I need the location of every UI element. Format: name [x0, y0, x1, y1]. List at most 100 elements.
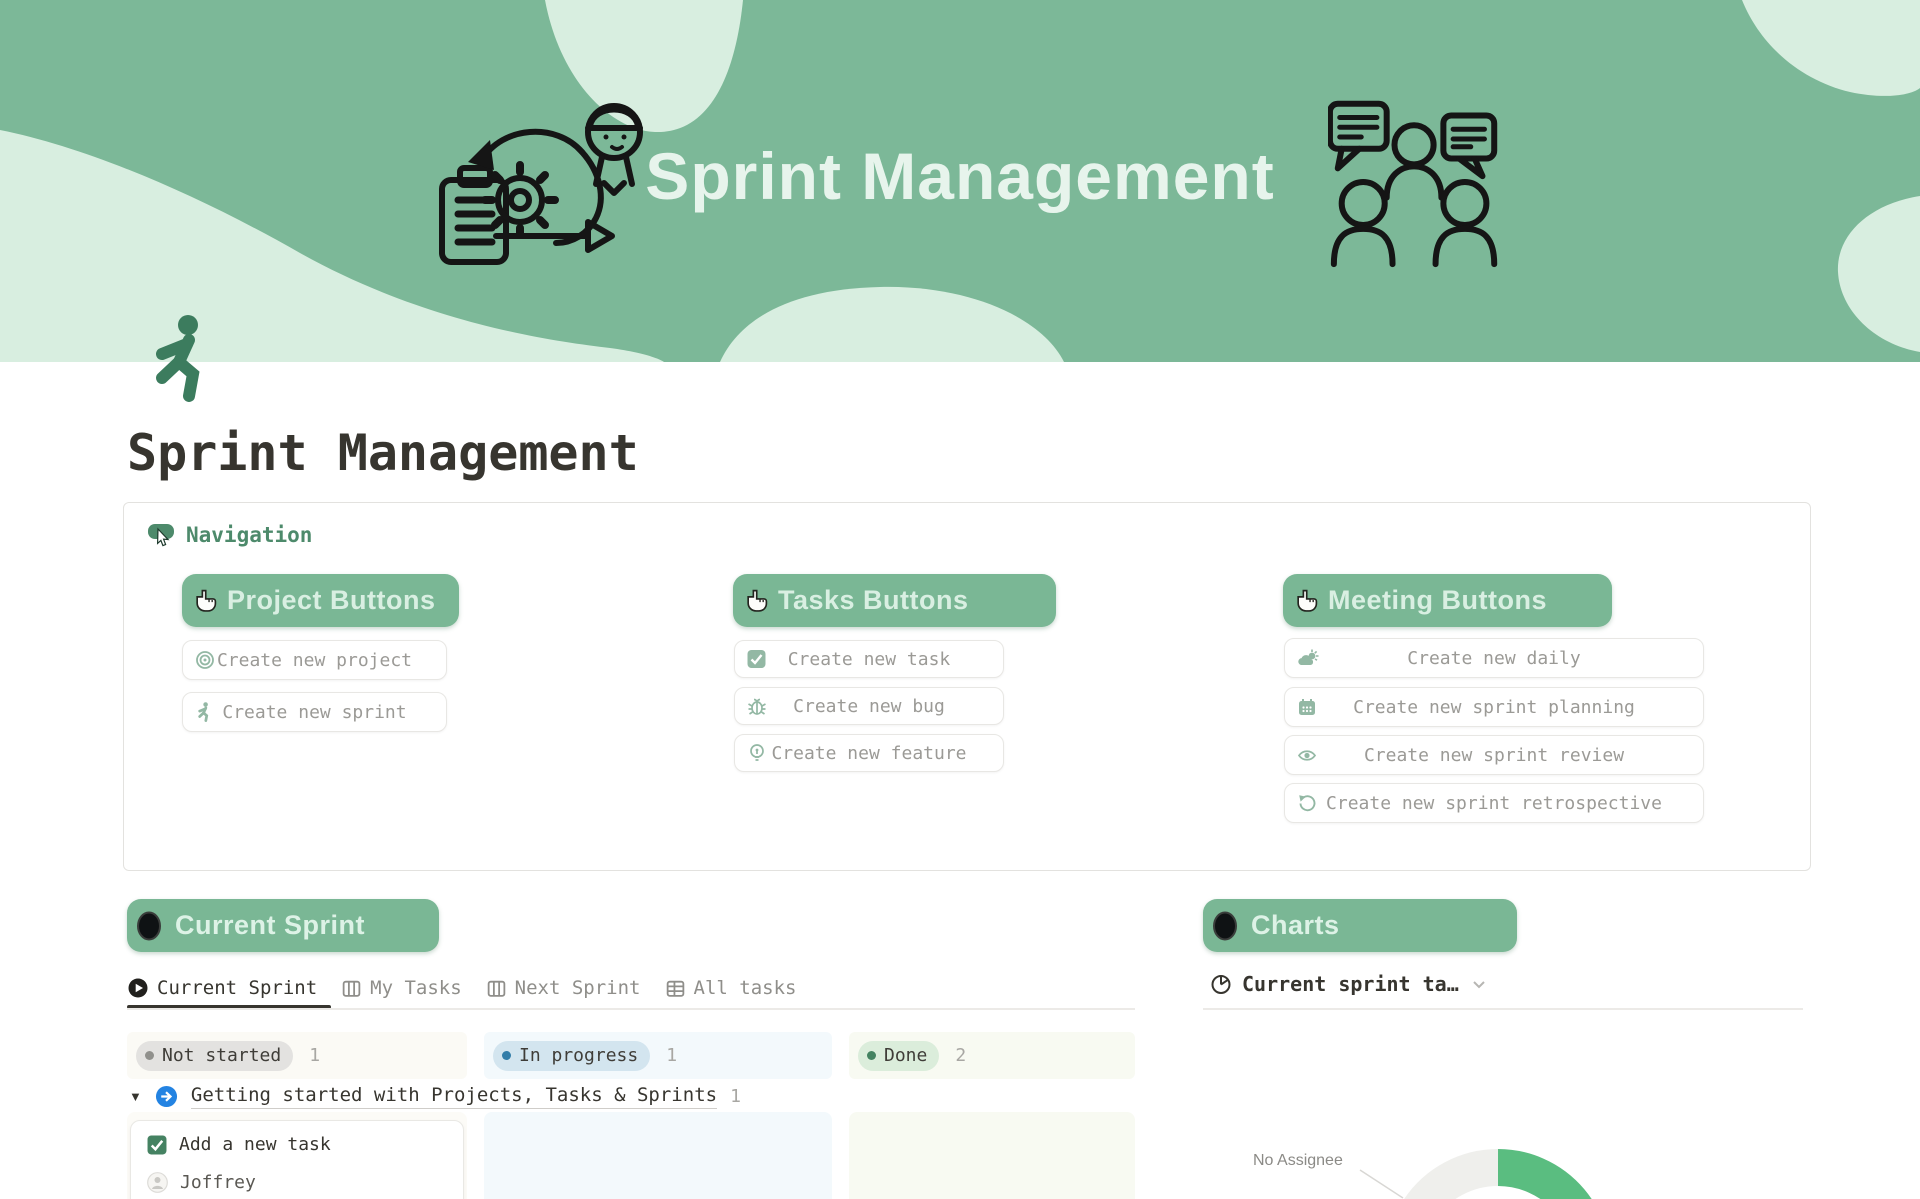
board-group-row[interactable]: ▼ Getting started with Projects, Tasks &…	[129, 1084, 741, 1109]
hand-cursor-icon	[744, 588, 769, 613]
cursor-click-icon	[148, 522, 175, 548]
tab-next-sprint[interactable]: Next Sprint	[486, 977, 641, 999]
tab-label: Current Sprint	[157, 977, 317, 999]
create-new-sprint-button[interactable]: Create new sprint	[182, 692, 447, 732]
create-new-bug-button[interactable]: Create new bug	[734, 687, 1004, 725]
button-label: Create new feature	[771, 743, 966, 764]
pie-chart-icon	[1210, 973, 1232, 995]
create-new-daily-button[interactable]: Create new daily	[1284, 638, 1704, 678]
create-new-task-button[interactable]: Create new task	[734, 640, 1004, 678]
tab-label: All tasks	[694, 977, 797, 999]
board-column-header-in-progress[interactable]: In progress 1	[484, 1032, 832, 1079]
table-icon	[665, 978, 686, 999]
chart-view-tab-label: Current sprint ta…	[1242, 972, 1459, 996]
tasks-buttons-header[interactable]: Tasks Buttons	[733, 574, 1056, 627]
navigation-header: Navigation	[148, 522, 312, 548]
button-label: Create new task	[788, 649, 951, 670]
status-pill-not-started: Not started	[136, 1041, 293, 1071]
board-column-header-done[interactable]: Done 2	[849, 1032, 1135, 1079]
button-label: Create new daily	[1407, 648, 1580, 669]
group-title[interactable]: Getting started with Projects, Tasks & S…	[191, 1084, 717, 1109]
page-icon-runner[interactable]	[148, 314, 214, 402]
chevron-down-icon	[1469, 974, 1489, 994]
tab-my-tasks[interactable]: My Tasks	[341, 977, 462, 999]
navigation-label: Navigation	[186, 523, 312, 547]
status-dot	[502, 1051, 511, 1060]
task-card-title: Add a new task	[179, 1134, 331, 1155]
target-icon	[195, 650, 215, 670]
black-oval-icon	[136, 910, 163, 942]
tabs-divider	[127, 1008, 1135, 1010]
assignee-name: Joffrey	[180, 1172, 256, 1193]
task-card[interactable]: Add a new task Joffrey	[130, 1120, 464, 1199]
column-count: 1	[309, 1045, 320, 1066]
bug-icon	[747, 696, 767, 716]
status-dot	[145, 1051, 154, 1060]
tab-all-tasks[interactable]: All tasks	[665, 977, 797, 999]
create-new-sprint-planning-button[interactable]: Create new sprint planning	[1284, 687, 1704, 727]
triangle-down-icon[interactable]: ▼	[129, 1089, 142, 1104]
chart-view-tab[interactable]: Current sprint ta…	[1210, 972, 1489, 996]
status-dot	[867, 1051, 876, 1060]
create-new-sprint-retrospective-button[interactable]: Create new sprint retrospective	[1284, 783, 1704, 823]
status-pill-done: Done	[858, 1041, 939, 1071]
status-label: Done	[884, 1045, 927, 1066]
tab-label: Next Sprint	[515, 977, 641, 999]
assignee-donut-chart[interactable]	[1203, 1010, 1920, 1199]
hand-cursor-icon	[193, 588, 218, 613]
column-count: 2	[955, 1045, 966, 1066]
hand-cursor-icon	[1294, 588, 1319, 613]
blue-arrow-circle-icon	[155, 1085, 178, 1108]
create-new-feature-button[interactable]: Create new feature	[734, 734, 1004, 772]
button-label: Create new sprint	[222, 702, 406, 723]
button-label: Create new sprint review	[1364, 745, 1624, 766]
checkbox-checked-icon[interactable]	[147, 1135, 167, 1155]
annotation-leader-line	[1360, 1170, 1403, 1198]
create-new-sprint-review-button[interactable]: Create new sprint review	[1284, 735, 1704, 775]
runner-icon	[195, 702, 213, 722]
sprint-management-page: Sprint Management	[0, 0, 1920, 1199]
avatar-icon	[147, 1172, 168, 1193]
black-oval-icon	[1212, 910, 1239, 942]
status-pill-in-progress: In progress	[493, 1041, 650, 1071]
board-icon	[486, 978, 507, 999]
page-cover-banner[interactable]: Sprint Management	[0, 0, 1920, 362]
current-sprint-section-header[interactable]: Current Sprint	[127, 899, 439, 952]
sun-cloud-icon	[1297, 648, 1319, 668]
calendar-icon	[1297, 697, 1317, 717]
charts-section-header[interactable]: Charts	[1203, 899, 1517, 952]
undo-arrow-icon	[1297, 793, 1317, 813]
page-title: Sprint Management	[127, 424, 639, 482]
group-pill-label: Tasks Buttons	[778, 585, 969, 616]
group-pill-label: Meeting Buttons	[1328, 585, 1547, 616]
meeting-buttons-header[interactable]: Meeting Buttons	[1283, 574, 1612, 627]
board-column-in-progress	[484, 1112, 832, 1199]
checkbox-icon	[747, 650, 766, 669]
tab-current-sprint[interactable]: Current Sprint	[127, 977, 317, 999]
eye-icon	[1297, 745, 1317, 765]
tab-label: My Tasks	[370, 977, 462, 999]
section-pill-label: Current Sprint	[175, 910, 365, 941]
group-pill-label: Project Buttons	[227, 585, 436, 616]
view-tabs: Current Sprint My Tasks Next Sprint All …	[127, 970, 796, 1006]
play-circle-icon	[127, 977, 149, 999]
button-label: Create new project	[217, 650, 412, 671]
banner-title: Sprint Management	[0, 138, 1920, 214]
status-label: In progress	[519, 1045, 638, 1066]
column-count: 1	[666, 1045, 677, 1066]
create-new-project-button[interactable]: Create new project	[182, 640, 447, 680]
lightbulb-icon	[747, 743, 767, 763]
project-buttons-header[interactable]: Project Buttons	[182, 574, 459, 627]
button-label: Create new bug	[793, 696, 945, 717]
section-pill-label: Charts	[1251, 910, 1340, 941]
board-icon	[341, 978, 362, 999]
board-column-done	[849, 1112, 1135, 1199]
board-column-header-not-started[interactable]: Not started 1	[127, 1032, 467, 1079]
chart-annotation-no-assignee: No Assignee	[1253, 1152, 1343, 1170]
status-label: Not started	[162, 1045, 281, 1066]
group-count: 1	[730, 1086, 741, 1107]
runner-icon	[148, 314, 214, 402]
button-label: Create new sprint planning	[1353, 697, 1635, 718]
team-meeting-illustration	[1328, 92, 1504, 272]
button-label: Create new sprint retrospective	[1326, 793, 1662, 814]
